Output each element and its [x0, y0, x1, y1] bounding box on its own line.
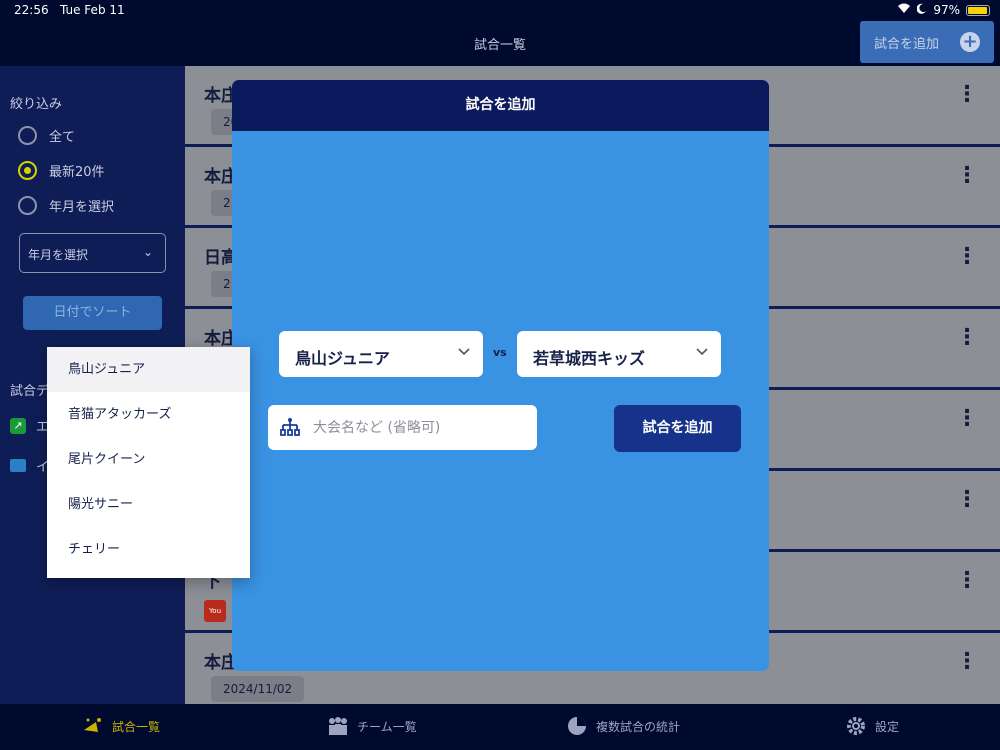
vs-label: vs	[493, 346, 507, 359]
away-team-select[interactable]: 若草城西キッズ	[517, 331, 721, 377]
more-vertical-icon[interactable]: ⋮	[956, 570, 978, 592]
page-title: 試合一覧	[473, 38, 526, 53]
battery-percent: 97%	[933, 3, 960, 17]
more-vertical-icon[interactable]: ⋮	[956, 84, 978, 106]
add-match-button[interactable]: 試合を追加 +	[860, 21, 994, 63]
year-month-select[interactable]: 年月を選択 ⌄	[19, 233, 166, 273]
match-row-date: 2024/11/02	[211, 676, 305, 702]
tab-multi-match-stats[interactable]: 複数試合の統計	[566, 716, 680, 736]
more-vertical-icon[interactable]: ⋮	[956, 327, 978, 349]
tab-match-list[interactable]: 試合一覧	[82, 716, 160, 736]
tournament-name-input[interactable]	[313, 405, 528, 450]
share-icon: ↗	[10, 417, 26, 434]
filter-option-label: 最新20件	[49, 165, 105, 180]
tab-label: 設定	[875, 719, 900, 734]
more-vertical-icon[interactable]: ⋮	[956, 246, 978, 268]
status-date: Tue Feb 11	[60, 3, 125, 17]
status-indicators: 97%	[897, 3, 990, 17]
pie-chart-icon	[568, 717, 586, 735]
home-team-value: 鳥山ジュニア	[295, 349, 390, 368]
filter-option-all[interactable]: 全て	[18, 126, 75, 145]
dropdown-option[interactable]: 陽光サニー	[47, 482, 250, 527]
tab-settings[interactable]: 設定	[845, 716, 899, 736]
dropdown-option[interactable]: 音猫アタッカーズ	[47, 392, 250, 437]
radio-selected-icon	[18, 161, 37, 180]
camera-icon	[10, 459, 26, 472]
import-item[interactable]: イ	[10, 456, 49, 475]
sort-by-date-button[interactable]: 日付でソート	[23, 296, 162, 330]
match-data-section-label: 試合デ	[10, 384, 50, 399]
tournament-bracket-icon	[280, 418, 300, 436]
tab-label: 試合一覧	[112, 719, 161, 734]
more-vertical-icon[interactable]: ⋮	[956, 165, 978, 187]
more-vertical-icon[interactable]: ⋮	[956, 408, 978, 430]
battery-fill	[968, 6, 988, 14]
radio-icon	[18, 126, 37, 145]
chevron-down-icon	[696, 348, 708, 356]
dropdown-option[interactable]: チェリー	[47, 527, 250, 572]
tab-label: チーム一覧	[357, 719, 417, 734]
people-icon	[329, 717, 347, 735]
home-team-select[interactable]: 鳥山ジュニア	[279, 331, 483, 377]
tab-label: 複数試合の統計	[596, 719, 681, 734]
filter-option-label: 年月を選択	[49, 200, 115, 215]
more-vertical-icon[interactable]: ⋮	[956, 489, 978, 511]
megaphone-icon	[84, 718, 101, 732]
dropdown-option[interactable]: 尾片クイーン	[47, 437, 250, 482]
moon-icon	[916, 3, 927, 17]
more-vertical-icon[interactable]: ⋮	[956, 651, 978, 673]
status-bar: 22:56 Tue Feb 11 97%	[0, 0, 1000, 20]
youtube-icon: You	[204, 600, 226, 622]
dialog-title: 試合を追加	[232, 80, 769, 131]
filter-option-latest20[interactable]: 最新20件	[18, 161, 105, 180]
status-time: 22:56	[14, 3, 49, 17]
tournament-field	[268, 405, 537, 450]
team-dropdown-menu: 鳥山ジュニア 音猫アタッカーズ 尾片クイーン 陽光サニー チェリー	[47, 347, 250, 578]
add-match-dialog: 試合を追加 鳥山ジュニア vs 若草城西キッズ 試合を追加	[232, 80, 769, 671]
wifi-icon	[897, 3, 911, 17]
plus-circle-icon: +	[960, 32, 980, 52]
chevron-down-icon: ⌄	[142, 245, 153, 259]
away-team-value: 若草城西キッズ	[533, 349, 646, 368]
radio-icon	[18, 196, 37, 215]
battery-icon	[966, 4, 990, 16]
dropdown-option[interactable]: 鳥山ジュニア	[47, 347, 250, 392]
chevron-down-icon	[458, 348, 470, 356]
export-item[interactable]: ↗ エ	[10, 416, 49, 435]
filter-option-label: 全て	[49, 130, 76, 145]
filter-option-year-month[interactable]: 年月を選択	[18, 196, 114, 215]
tab-team-list[interactable]: チーム一覧	[327, 716, 417, 736]
header: 試合一覧	[0, 20, 1000, 66]
tab-bar: 試合一覧 チーム一覧 複数試合の統計 設定	[0, 704, 1000, 750]
year-month-select-value: 年月を選択	[28, 248, 89, 262]
submit-add-match-button[interactable]: 試合を追加	[614, 405, 741, 452]
add-match-button-label: 試合を追加	[874, 36, 940, 52]
gear-icon	[847, 717, 865, 735]
filter-label: 絞り込み	[10, 97, 63, 112]
